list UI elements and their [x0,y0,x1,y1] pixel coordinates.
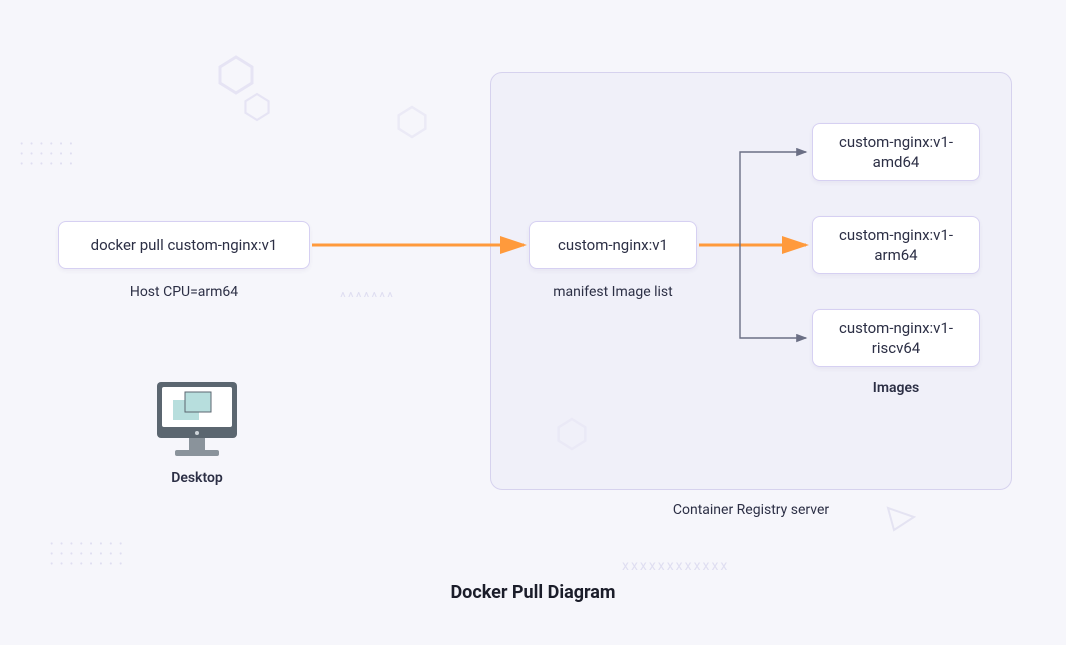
zigzag-decor: ^^^^^^^ [340,290,395,306]
image-text: custom-nginx:v1-riscv64 [833,318,959,359]
desktop-icon: Desktop [144,378,250,486]
image-text: custom-nginx:v1-arm64 [833,225,959,266]
images-label: Images [812,380,980,396]
image-node-riscv64: custom-nginx:v1-riscv64 [812,309,980,367]
diagram-title: Docker Pull Diagram [0,582,1066,603]
desktop-label: Desktop [144,470,250,486]
dots-decor: • • • • • •• • • • • •• • • • • • [20,140,75,170]
registry-label: Container Registry server [490,502,1012,518]
command-node: docker pull custom-nginx:v1 [58,221,310,269]
hexagon-decor [218,55,254,95]
manifest-label: manifest Image list [529,284,697,300]
dots-decor: • • • • • • • •• • • • • • • •• • • • • … [50,540,124,570]
manifest-text: custom-nginx:v1 [558,235,668,255]
image-text: custom-nginx:v1-amd64 [833,132,959,173]
image-node-arm64: custom-nginx:v1-arm64 [812,216,980,274]
diagram-canvas: • • • • • •• • • • • •• • • • • • ^^^^^^… [0,0,1066,645]
command-text: docker pull custom-nginx:v1 [91,235,278,255]
manifest-node: custom-nginx:v1 [529,221,697,269]
image-node-amd64: custom-nginx:v1-amd64 [812,123,980,181]
hexagon-decor [244,92,270,122]
host-cpu-label: Host CPU=arm64 [58,284,310,300]
zigzag-decor: xxxxxxxxxxxx [622,558,729,574]
hexagon-decor [397,105,427,139]
